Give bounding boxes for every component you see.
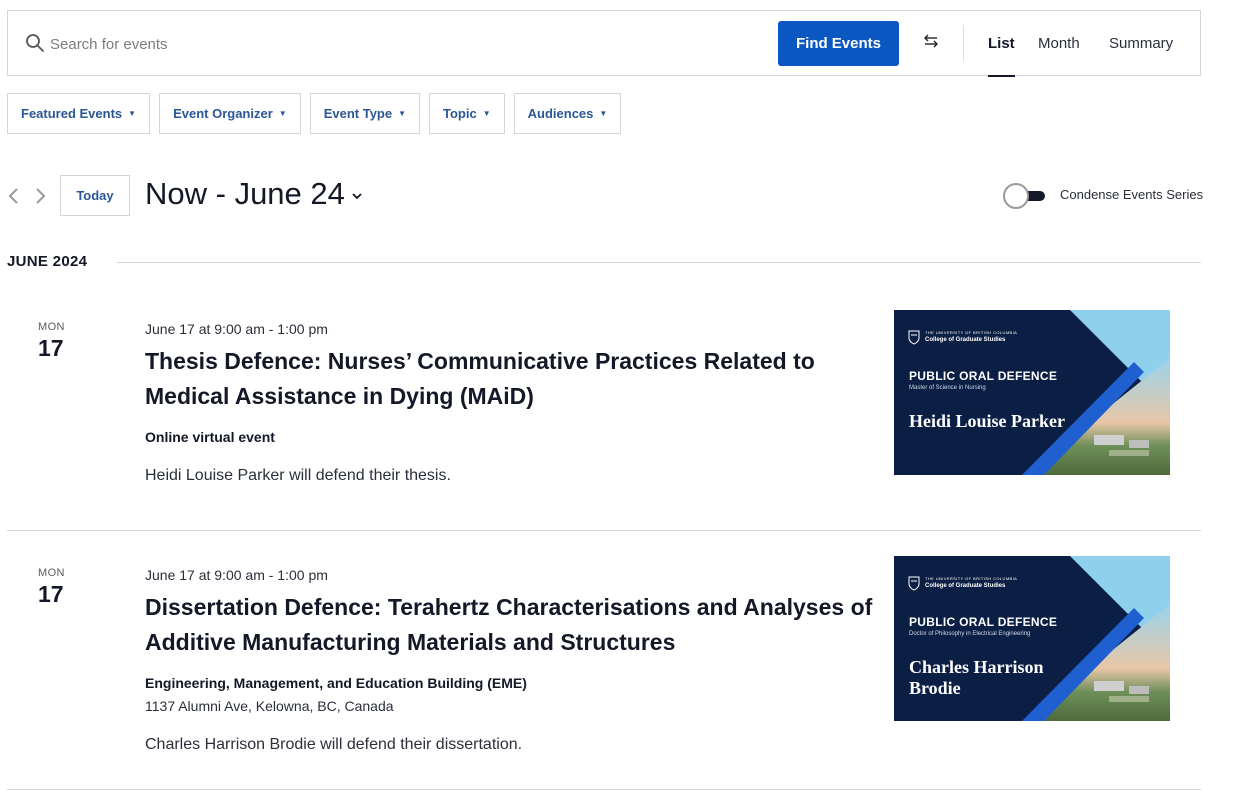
image-person-name: Charles Harrison Brodie	[909, 657, 1044, 698]
event-description: Heidi Louise Parker will defend their th…	[145, 467, 451, 484]
month-separator-label: JUNE 2024	[7, 253, 88, 270]
event-search-bar: Find Events List Month Summary	[7, 10, 1201, 77]
tab-list[interactable]: List	[988, 35, 1015, 77]
date-range-picker[interactable]: Now - June 24	[145, 176, 363, 212]
event-image[interactable]: THE UNIVERSITY OF BRITISH COLUMBIA Colle…	[894, 310, 1170, 475]
caret-down-icon: ▼	[599, 109, 608, 118]
image-heading: PUBLIC ORAL DEFENCE	[909, 369, 1058, 383]
image-degree: Master of Science in Nursing	[909, 385, 986, 391]
filter-label: Event Type	[323, 106, 393, 121]
date-range-label: Now - June 24	[145, 176, 345, 211]
event-day-number: 17	[38, 581, 64, 607]
chevron-down-icon	[352, 193, 362, 200]
filters-toggle-icon[interactable]	[920, 30, 942, 52]
toggle-knob	[1003, 183, 1029, 209]
event-time: June 17 at 9:00 am - 1:00 pm	[145, 567, 328, 583]
filter-label: Audiences	[527, 106, 594, 121]
search-icon	[26, 34, 44, 52]
university-crest-icon	[908, 576, 920, 591]
college-name: College of Graduate Studies	[925, 583, 1006, 589]
university-name: THE UNIVERSITY OF BRITISH COLUMBIA	[925, 576, 1018, 581]
event-day-number: 17	[38, 335, 64, 361]
event-image[interactable]: THE UNIVERSITY OF BRITISH COLUMBIA Colle…	[894, 556, 1170, 721]
filter-label: Event Organizer	[173, 106, 273, 121]
event-address: 1137 Alumni Ave, Kelowna, BC, Canada	[145, 698, 394, 714]
filter-label: Topic	[443, 106, 477, 121]
event-title-link[interactable]: Thesis Defence: Nurses’ Communicative Pr…	[145, 344, 875, 414]
search-input[interactable]	[48, 27, 748, 61]
condense-series-toggle[interactable]	[1003, 183, 1047, 209]
find-events-button[interactable]: Find Events	[778, 21, 899, 66]
caret-down-icon: ▼	[278, 109, 287, 118]
filter-event-type[interactable]: Event Type ▼	[309, 93, 421, 134]
filter-topic[interactable]: Topic ▼	[429, 93, 505, 134]
event-divider	[7, 789, 1201, 790]
event-title-link[interactable]: Dissertation Defence: Terahertz Characte…	[145, 590, 875, 660]
college-name: College of Graduate Studies	[925, 337, 1006, 343]
caret-down-icon: ▼	[398, 109, 407, 118]
event-venue: Online virtual event	[145, 429, 275, 445]
image-heading: PUBLIC ORAL DEFENCE	[909, 615, 1058, 629]
filter-label: Featured Events	[21, 106, 123, 121]
tab-month[interactable]: Month	[1038, 35, 1080, 52]
tab-summary[interactable]: Summary	[1109, 35, 1173, 52]
search-bar-divider	[963, 25, 964, 61]
filter-audiences[interactable]: Audiences ▼	[513, 93, 622, 134]
caret-down-icon: ▼	[128, 109, 137, 118]
caret-down-icon: ▼	[482, 109, 491, 118]
event-day-of-week: MON	[38, 321, 65, 333]
filter-event-organizer[interactable]: Event Organizer ▼	[159, 93, 301, 134]
filter-bar: Featured Events ▼ Event Organizer ▼ Event …	[7, 93, 622, 134]
next-arrow-icon[interactable]	[32, 185, 48, 207]
event-time: June 17 at 9:00 am - 1:00 pm	[145, 321, 328, 337]
filter-featured-events[interactable]: Featured Events ▼	[7, 93, 151, 134]
today-button[interactable]: Today	[60, 175, 130, 216]
event-divider	[7, 530, 1201, 531]
event-venue: Engineering, Management, and Education B…	[145, 675, 527, 691]
image-person-name: Heidi Louise Parker	[909, 411, 1065, 431]
image-degree: Doctor of Philosophy in Electrical Engin…	[909, 631, 1031, 637]
event-day-of-week: MON	[38, 567, 65, 579]
condense-series-label: Condense Events Series	[1060, 187, 1204, 202]
university-crest-icon	[908, 330, 920, 345]
previous-arrow-icon[interactable]	[6, 185, 22, 207]
month-separator-line	[117, 262, 1201, 263]
university-name: THE UNIVERSITY OF BRITISH COLUMBIA	[925, 330, 1018, 335]
event-description: Charles Harrison Brodie will defend thei…	[145, 736, 523, 753]
